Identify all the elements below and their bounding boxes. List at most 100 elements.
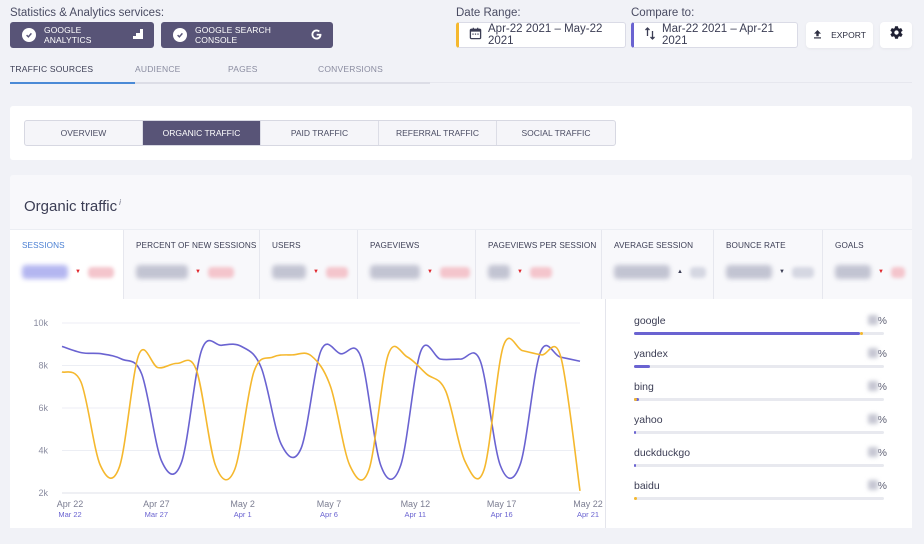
subtab-overview[interactable]: OVERVIEW <box>25 121 143 145</box>
google-analytics-button[interactable]: GOOGLE ANALYTICS <box>10 22 154 48</box>
x-tick-label: May 17 <box>487 499 517 509</box>
page-gutter <box>912 175 924 528</box>
source-percent: % <box>867 348 887 360</box>
compare-range-picker[interactable]: Mar-22 2021 – Apr-21 2021 <box>631 22 798 48</box>
kpi-value <box>272 265 306 279</box>
source-share-fill <box>634 431 636 434</box>
kpi-value <box>488 265 510 279</box>
settings-button[interactable] <box>880 22 912 48</box>
source-share-bar <box>634 464 884 467</box>
source-item-google[interactable]: google% <box>634 315 887 335</box>
kpi-label: GOALS <box>835 241 864 250</box>
kpi-pageviews-per-session[interactable]: PAGEVIEWS PER SESSION ▼ <box>476 230 602 300</box>
subtab-organic-traffic[interactable]: ORGANIC TRAFFIC <box>143 121 261 145</box>
kpi-value <box>835 265 871 279</box>
kpi-users[interactable]: USERS ▼ <box>260 230 358 300</box>
kpi-goals[interactable]: GOALS ▼ <box>823 230 912 300</box>
source-name: baidu <box>634 480 660 492</box>
source-share-bar <box>634 431 884 434</box>
x-tick-compare-label: Apr 11 <box>405 510 427 519</box>
organic-traffic-chart: 2k 4k 6k 8k 10k Apr 22Mar 22 Apr 27Mar 27 May 2… <box>33 318 602 519</box>
series-line-current <box>61 339 581 481</box>
google-g-icon <box>310 28 323 43</box>
kpi-delta <box>207 266 234 278</box>
y-tick-label: 8k <box>38 361 48 371</box>
google-search-console-button[interactable]: GOOGLE SEARCH CONSOLE <box>161 22 333 48</box>
source-percent: % <box>867 414 887 426</box>
date-range-label: Date Range: <box>456 7 521 19</box>
source-compare-marker <box>859 332 863 335</box>
export-label: EXPORT <box>831 30 866 40</box>
export-button[interactable]: EXPORT <box>806 22 873 48</box>
source-item-yahoo[interactable]: yahoo% <box>634 414 887 434</box>
y-tick-label: 6k <box>38 403 48 413</box>
tab-conversions[interactable]: CONVERSIONS <box>318 60 430 84</box>
kpi-value <box>370 265 420 279</box>
kpi-pageviews[interactable]: PAGEVIEWS ▼ <box>358 230 476 300</box>
trend-down-icon: ▼ <box>195 269 201 275</box>
date-range-picker[interactable]: Apr-22 2021 – May-22 2021 <box>456 22 626 48</box>
source-item-baidu[interactable]: baidu% <box>634 480 887 500</box>
kpi-label: PERCENT OF NEW SESSIONS <box>136 241 257 250</box>
kpi-label: USERS <box>272 241 301 250</box>
kpi-delta <box>791 266 814 278</box>
info-icon[interactable]: i <box>119 198 121 207</box>
x-tick-compare-label: Mar 22 <box>58 510 81 519</box>
source-name: duckduckgo <box>634 447 691 459</box>
kpi-value <box>726 265 772 279</box>
kpi-delta <box>439 266 470 278</box>
y-tick-label: 4k <box>38 446 48 456</box>
kpi-value <box>22 265 68 279</box>
tab-pages[interactable]: PAGES <box>228 60 318 84</box>
kpi-sessions[interactable]: SESSIONS ▼ <box>10 230 124 300</box>
x-tick-compare-label: Apr 16 <box>491 510 513 519</box>
blurred-percent-value <box>867 447 878 457</box>
card-title: Organic traffic i <box>24 198 121 215</box>
google-analytics-icon <box>132 28 144 42</box>
kpi-label: BOUNCE RATE <box>726 241 786 250</box>
tab-traffic-sources[interactable]: TRAFFIC SOURCES <box>10 60 135 84</box>
source-percent: % <box>867 480 887 492</box>
kpi-average-session[interactable]: AVERAGE SESSION ▲ <box>602 230 714 300</box>
kpi-row: SESSIONS ▼ PERCENT OF NEW SESSIONS ▼ USE… <box>10 229 912 300</box>
kpi-percent-new-sessions[interactable]: PERCENT OF NEW SESSIONS ▼ <box>124 230 260 300</box>
services-label: Statistics & Analytics services: <box>10 7 165 19</box>
x-tick-compare-label: Apr 1 <box>234 510 252 519</box>
kpi-delta <box>87 266 114 278</box>
source-percent: % <box>867 447 887 459</box>
trend-down-icon: ▼ <box>878 269 884 275</box>
swap-arrows-icon <box>644 27 656 43</box>
source-item-yandex[interactable]: yandex% <box>634 348 887 368</box>
x-tick-label: May 2 <box>230 499 255 509</box>
source-share-bar <box>634 398 884 401</box>
gear-icon <box>889 25 904 45</box>
x-tick-label: May 12 <box>401 499 431 509</box>
source-name: yahoo <box>634 414 663 426</box>
x-tick-label: Apr 27 <box>143 499 170 509</box>
y-tick-label: 2k <box>38 488 48 498</box>
blurred-percent-value <box>867 348 878 358</box>
kpi-delta <box>890 266 905 278</box>
source-share-fill <box>634 365 650 368</box>
tab-audience[interactable]: AUDIENCE <box>135 60 228 84</box>
kpi-bounce-rate[interactable]: BOUNCE RATE ▼ <box>714 230 823 300</box>
kpi-delta <box>325 266 348 278</box>
blurred-percent-value <box>867 480 878 490</box>
source-item-duckduckgo[interactable]: duckduckgo% <box>634 447 887 467</box>
source-item-bing[interactable]: bing% <box>634 381 887 401</box>
subtab-social-traffic[interactable]: SOCIAL TRAFFIC <box>497 121 615 145</box>
blurred-percent-value <box>867 315 878 325</box>
source-name: google <box>634 315 666 327</box>
chart-area: 2k 4k 6k 8k 10k Apr 22 Mar 22 Apr 27 Mar 27 May 2… <box>10 299 605 528</box>
source-compare-marker <box>634 398 637 401</box>
source-share-bar <box>634 365 884 368</box>
subtab-paid-traffic[interactable]: PAID TRAFFIC <box>261 121 379 145</box>
upload-icon <box>813 29 822 41</box>
source-percent: % <box>867 315 887 327</box>
kpi-delta <box>689 266 706 278</box>
blurred-percent-value <box>867 414 878 424</box>
subtab-referral-traffic[interactable]: REFERRAL TRAFFIC <box>379 121 497 145</box>
x-tick-compare-label: Apr 21 <box>577 510 599 519</box>
trend-down-icon: ▼ <box>517 269 523 275</box>
check-icon <box>173 28 187 42</box>
